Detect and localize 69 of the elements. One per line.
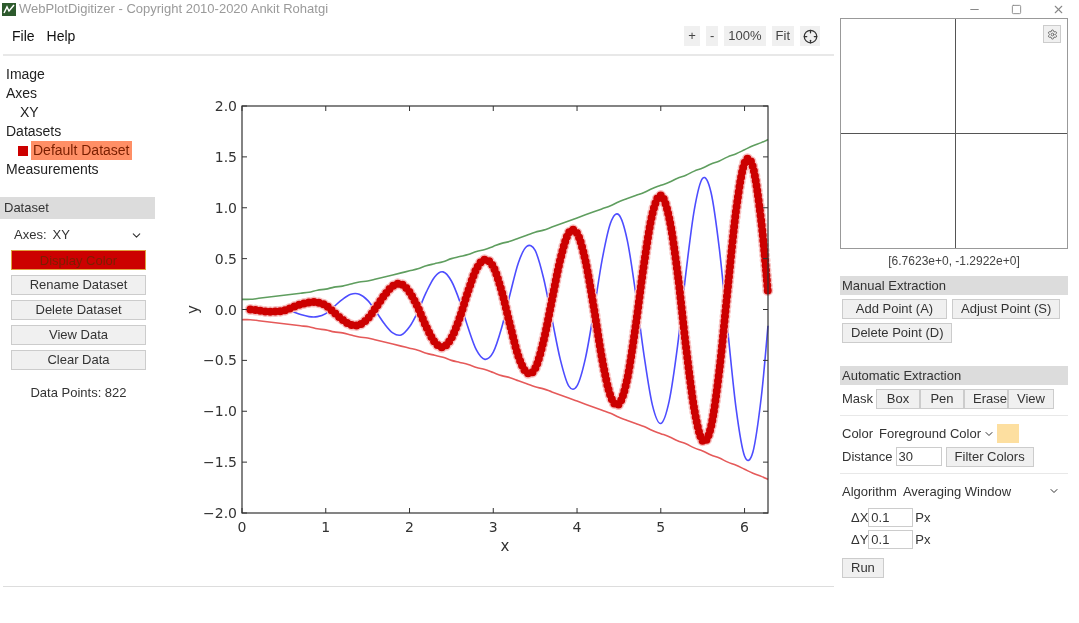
delta-label: ΔY: [851, 530, 869, 549]
menu-item[interactable]: Help: [46, 25, 76, 47]
extraction-button[interactable]: Add Point (A): [842, 299, 947, 319]
mask-tool-button[interactable]: Pen: [920, 389, 964, 409]
delta-field[interactable]: 0.1: [868, 529, 914, 549]
distance-field[interactable]: 30: [895, 447, 942, 466]
tick-label: 3: [488, 519, 498, 535]
tick-label: 4: [572, 519, 582, 535]
dataset-button[interactable]: Delete Dataset: [11, 300, 146, 320]
unit-label: Px: [915, 530, 931, 549]
dataset-button[interactable]: Clear Data: [11, 350, 146, 370]
panel-header: Automatic Extraction: [840, 366, 1068, 385]
run-button[interactable]: Run: [842, 558, 884, 578]
dataset-button[interactable]: View Data: [11, 325, 146, 345]
toolbar-button[interactable]: -: [705, 26, 719, 46]
tick-label: 1.0: [214, 199, 237, 216]
mask-tool-button[interactable]: View: [1008, 389, 1054, 409]
algorithm-label: Algorithm: [842, 482, 897, 501]
tick-label: −0.5: [203, 352, 237, 369]
window-title: WebPlotDigitizer - Copyright 2010-2020 Ankit Rohatgi: [19, 0, 329, 19]
tick-label: 0: [237, 519, 247, 535]
toolbar-button[interactable]: 100%: [724, 26, 766, 46]
toolbar-button[interactable]: +: [684, 26, 700, 46]
tree-item[interactable]: Image: [4, 65, 47, 84]
tick-label: −1.5: [203, 454, 237, 471]
tick-label: 2: [405, 519, 414, 535]
tree-item[interactable]: Datasets: [4, 122, 64, 141]
axes-label: Axes:: [14, 226, 47, 245]
tick-label: 5: [656, 519, 666, 535]
panel-header: Dataset: [0, 197, 155, 219]
tree-item[interactable]: Axes: [4, 84, 40, 103]
settings-button[interactable]: [1043, 25, 1061, 43]
tick-label: 1: [321, 519, 331, 535]
tick-label: −1.0: [203, 403, 237, 420]
axes-select[interactable]: XY: [52, 225, 143, 245]
tick-label: 6: [740, 519, 749, 535]
mask-tool-button[interactable]: Erase: [964, 389, 1008, 409]
tick-label: 0.5: [214, 250, 237, 267]
settings-icon: [1046, 28, 1058, 40]
unit-label: Px: [915, 509, 931, 527]
color-label: Color: [842, 425, 874, 443]
tick-label: 0.0: [214, 301, 237, 318]
dataset-button[interactable]: Rename Dataset: [11, 275, 146, 295]
extraction-button[interactable]: Delete Point (D): [842, 323, 953, 343]
tick-label: 1.5: [214, 148, 237, 165]
maximize-icon[interactable]: [1011, 3, 1022, 15]
filter-colors-button[interactable]: Filter Colors: [945, 446, 1034, 467]
tree-item[interactable]: Default Dataset: [31, 141, 132, 160]
mask-label: Mask: [841, 390, 875, 409]
data-points-count: Data Points: 822: [29, 384, 128, 402]
cursor-coordinates: [6.7623e+0, -1.2922e+0]: [887, 253, 1021, 270]
tick-label: −2.0: [203, 505, 237, 521]
delta-field[interactable]: 0.1: [868, 508, 914, 528]
extraction-button[interactable]: Adjust Point (S): [952, 299, 1061, 319]
color-swatch[interactable]: [996, 424, 1019, 444]
axis-label: x: [500, 537, 510, 555]
tree-item[interactable]: XY: [18, 103, 41, 122]
crosshair-button[interactable]: [800, 26, 820, 46]
panel-header: Manual Extraction: [840, 276, 1068, 295]
menu-item[interactable]: File: [12, 25, 35, 47]
distance-label: Distance: [842, 447, 893, 466]
toolbar-button[interactable]: Fit: [771, 26, 794, 46]
algorithm-select[interactable]: Averaging Window: [902, 481, 1068, 501]
mask-tool-button[interactable]: Box: [876, 389, 920, 409]
color-mode-select[interactable]: Foreground Color: [879, 424, 995, 444]
tick-label: 2.0: [214, 98, 237, 114]
axis-label: y: [184, 305, 202, 314]
delta-label: ΔX: [851, 509, 869, 527]
tree-item[interactable]: Measurements: [4, 160, 101, 179]
